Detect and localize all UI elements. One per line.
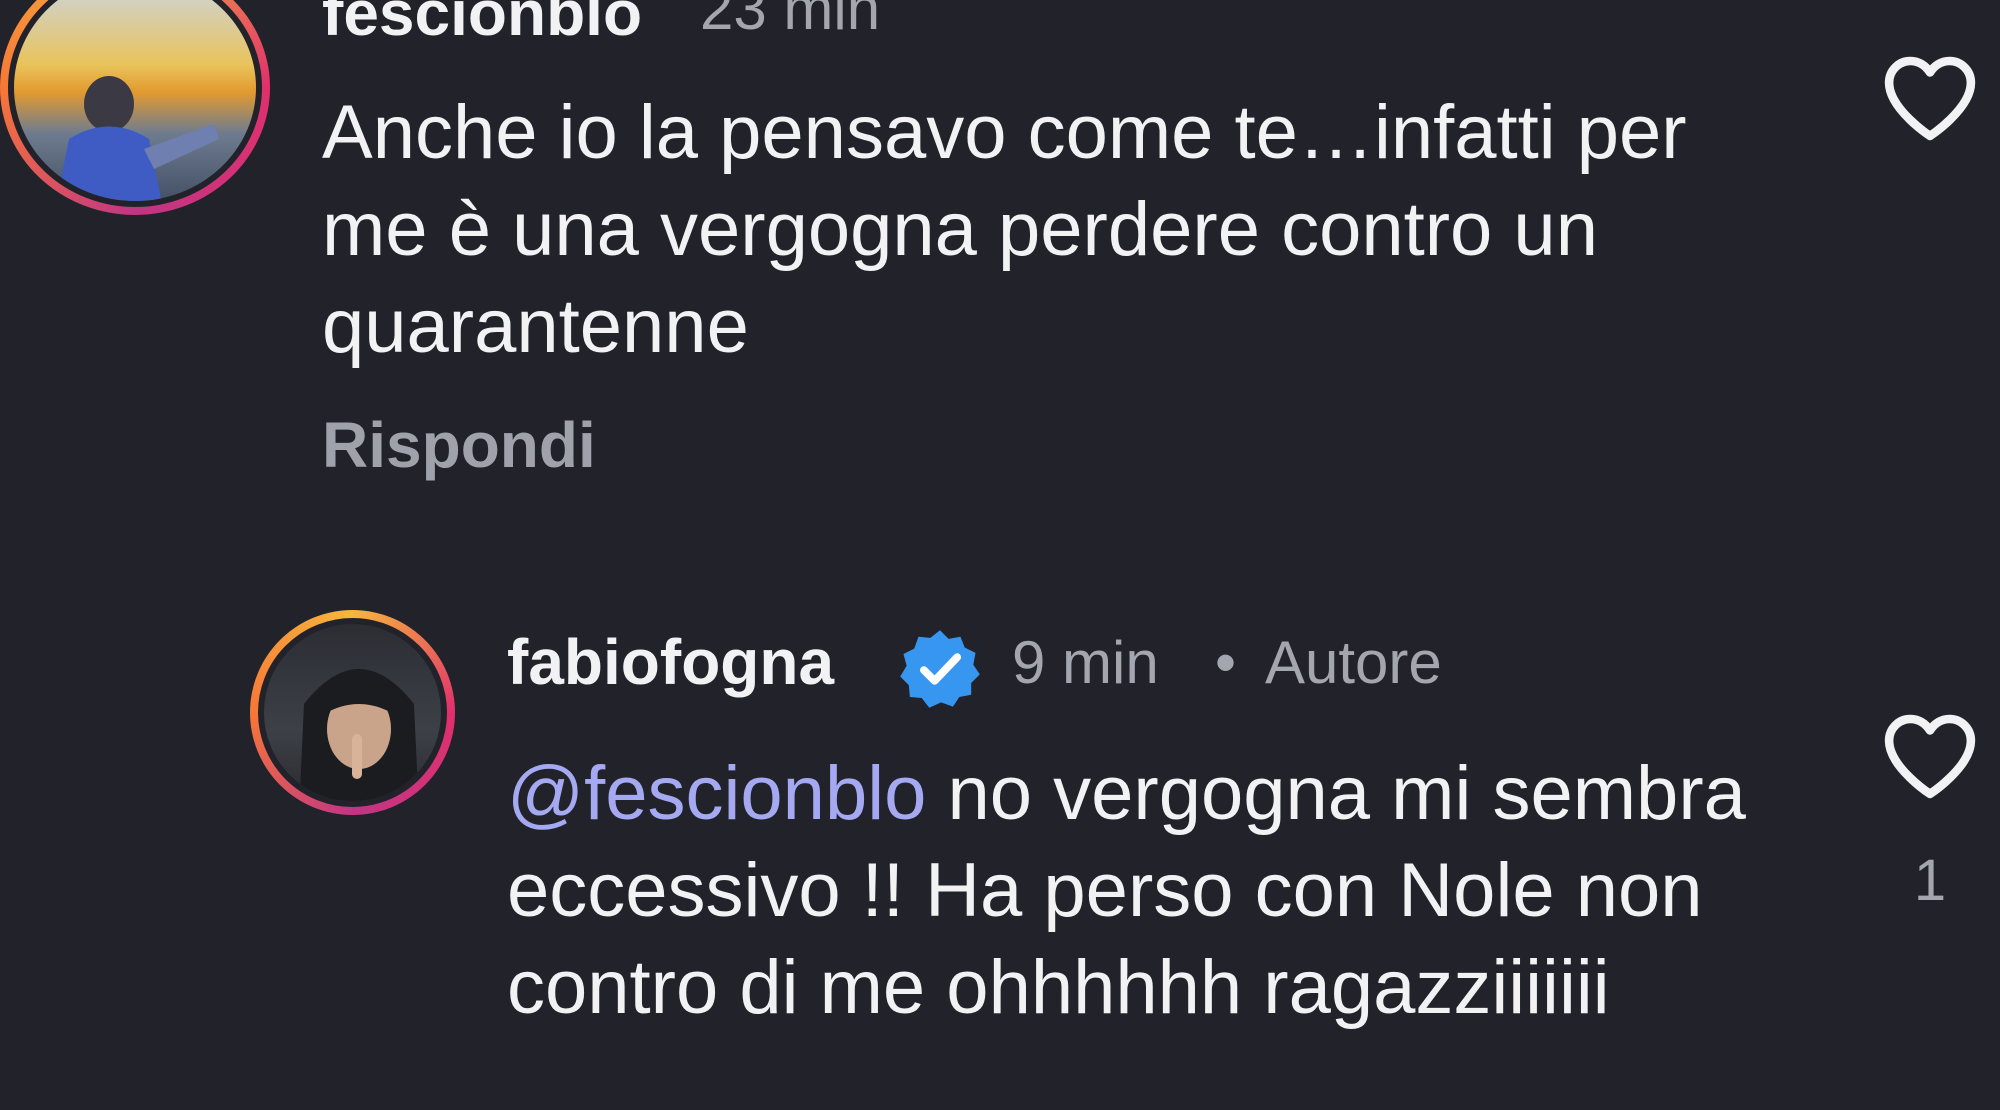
reply-button[interactable]: Rispondi [322, 408, 596, 482]
like-count: 1 [1913, 848, 1947, 913]
comment-time: 23 min [700, 0, 881, 42]
avatar-photo [56, 76, 219, 201]
heart-outline-icon[interactable] [1880, 710, 1980, 800]
comment-username[interactable]: fescionblo [322, 0, 642, 50]
author-badge: Autore [1265, 629, 1442, 696]
avatar-photo [299, 669, 419, 801]
avatar[interactable] [250, 610, 455, 815]
verified-badge-icon [900, 630, 980, 708]
avatar[interactable] [0, 0, 270, 215]
meta-separator: • [1215, 629, 1237, 696]
comment-text: @fescionblo no vergogna mi sembra eccess… [507, 745, 1777, 1036]
comment-time: 9 min [1012, 629, 1159, 696]
mention-link[interactable]: @fescionblo [507, 751, 926, 836]
comment-username[interactable]: fabiofogna [507, 625, 834, 699]
heart-outline-icon[interactable] [1880, 52, 1980, 142]
comment-text: Anche io la pensavo come te…infatti per … [322, 90, 1687, 369]
